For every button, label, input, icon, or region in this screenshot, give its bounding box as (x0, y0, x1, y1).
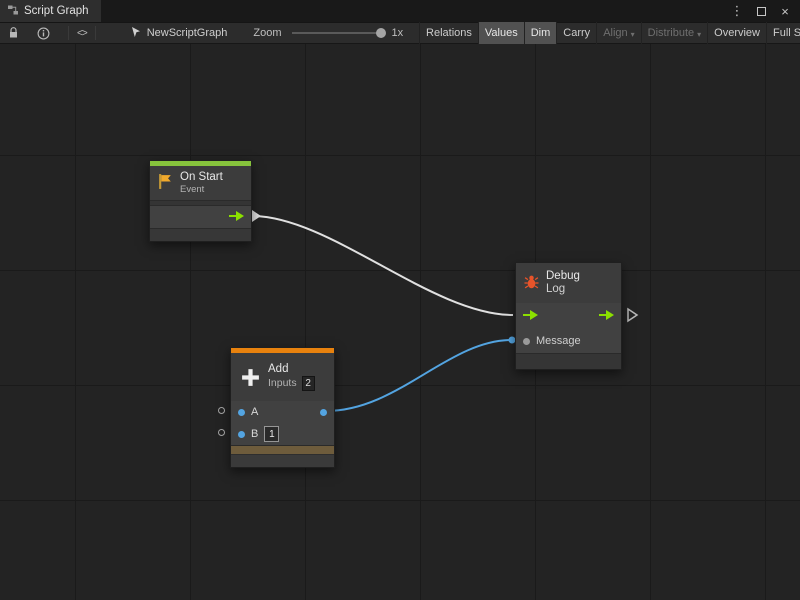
message-port-row: Message (516, 329, 621, 353)
port-row-a: A (231, 401, 334, 423)
node-on-start[interactable]: On Start Event (149, 160, 252, 242)
script-graph-window: Script Graph ⋮ × <> NewScriptGraph Zoom … (0, 0, 800, 600)
node-subtitle: Log (546, 283, 580, 296)
zoom-value: 1x (392, 27, 404, 39)
node-title: Debug (546, 270, 580, 283)
debug-log-header: Debug Log (516, 263, 621, 303)
maximize-icon[interactable] (757, 7, 766, 16)
chevron-down-icon: ▾ (697, 30, 701, 39)
port-b-label: B (251, 428, 258, 440)
plus-icon (238, 367, 262, 388)
lock-icon[interactable] (4, 23, 23, 43)
node-footer (231, 454, 334, 467)
port-a-label: A (251, 406, 258, 418)
node-subtitle: Event (180, 184, 223, 195)
window-controls: ⋮ × (722, 0, 800, 22)
toolbar-separator (95, 26, 96, 40)
distribute-button[interactable]: Distribute▾ (641, 22, 707, 44)
node-title: Add (268, 363, 315, 376)
inputs-count-field[interactable]: 2 (302, 376, 315, 391)
flag-icon (157, 173, 174, 193)
flow-input-port[interactable] (523, 310, 538, 323)
zoom-slider-handle[interactable] (376, 28, 386, 38)
relations-button[interactable]: Relations (419, 22, 478, 44)
values-button[interactable]: Values (478, 22, 524, 44)
port-b-connection-anchor[interactable] (218, 429, 225, 436)
node-footer (150, 228, 251, 241)
toolbar-separator (68, 26, 69, 40)
toolbar-buttons: Relations Values Dim Carry Align▾ Distri… (419, 22, 800, 44)
tab-bar: Script Graph ⋮ × (0, 0, 800, 22)
node-footer-accent (231, 445, 334, 454)
graph-name: NewScriptGraph (147, 27, 228, 39)
input-port-a[interactable] (238, 409, 245, 416)
carry-button[interactable]: Carry (556, 22, 596, 44)
node-title: On Start (180, 171, 223, 184)
overview-button[interactable]: Overview (707, 22, 766, 44)
align-button[interactable]: Align▾ (596, 22, 640, 44)
message-input-port[interactable] (523, 338, 530, 345)
message-label: Message (536, 335, 581, 347)
fullscreen-button[interactable]: Full S (766, 22, 800, 44)
chevron-down-icon: ▾ (631, 30, 635, 39)
tab-script-graph[interactable]: Script Graph (0, 0, 101, 22)
toolbar: <> NewScriptGraph Zoom Zoom 1x Relations… (0, 22, 800, 44)
wire-add-to-message[interactable] (326, 340, 512, 411)
code-icon[interactable]: <> (73, 23, 91, 43)
graph-name-group[interactable]: NewScriptGraph (130, 26, 228, 41)
flow-port-row (516, 303, 621, 329)
flow-output-row (150, 206, 251, 228)
zoom-slider[interactable] (292, 32, 384, 34)
log-flow-output-target-triangle[interactable] (628, 309, 637, 321)
graph-icon (7, 4, 19, 19)
wire-onstart-to-log[interactable] (252, 216, 513, 315)
node-footer (516, 353, 621, 369)
tab-title: Script Graph (24, 5, 89, 17)
port-row-b: B 1 (231, 423, 334, 445)
port-b-value-field[interactable]: 1 (264, 426, 279, 442)
add-header: Add Inputs 2 (231, 353, 334, 401)
flow-output-port[interactable] (229, 211, 244, 224)
node-add[interactable]: Add Inputs 2 A B 1 (230, 347, 335, 468)
inputs-label: Inputs (268, 378, 297, 389)
on-start-header: On Start Event (150, 166, 251, 200)
sum-output-port[interactable] (320, 409, 327, 416)
bug-icon (523, 273, 540, 293)
cursor-icon (130, 26, 142, 41)
zoom-label: Zoom (253, 27, 281, 39)
dim-button[interactable]: Dim (524, 22, 557, 44)
flow-output-port[interactable] (599, 310, 614, 323)
menu-icon[interactable]: ⋮ (731, 4, 743, 18)
node-debug-log[interactable]: Debug Log Message (515, 262, 622, 370)
port-a-connection-anchor[interactable] (218, 407, 225, 414)
close-icon[interactable]: × (779, 4, 791, 18)
info-icon[interactable] (33, 23, 54, 43)
graph-canvas[interactable]: On Start Event Add (0, 44, 800, 600)
input-port-b[interactable] (238, 431, 245, 438)
